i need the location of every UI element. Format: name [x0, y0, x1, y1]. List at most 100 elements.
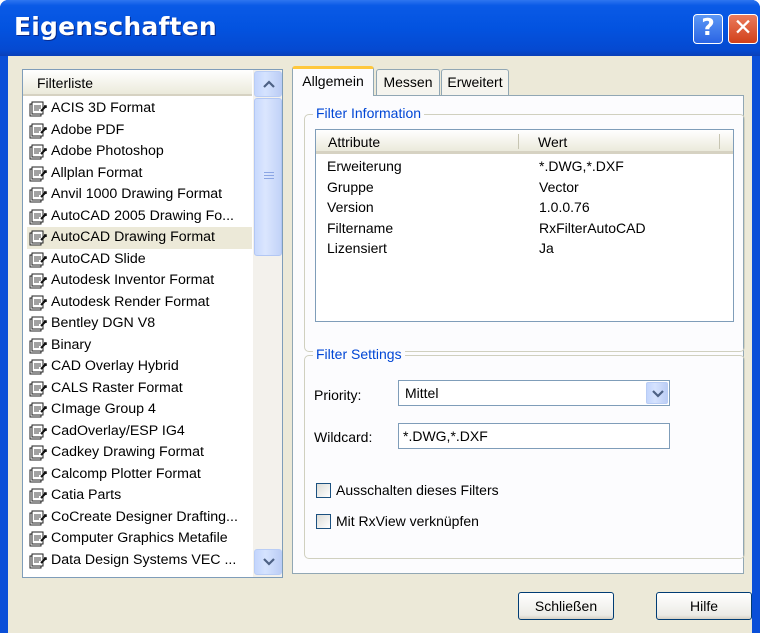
filter-document-icon: [29, 144, 47, 160]
list-item[interactable]: Cadkey Drawing Format: [27, 442, 252, 464]
priority-select[interactable]: Mittel: [398, 380, 670, 406]
attribute-cell: Filtername: [327, 219, 394, 236]
priority-dropdown-button[interactable]: [646, 382, 668, 404]
list-item-label: CadOverlay/ESP IG4: [51, 422, 185, 439]
column-header-attribute[interactable]: Attribute: [328, 134, 380, 150]
list-item-label: ACIS 3D Format: [51, 100, 156, 116]
attribute-table-rows: Erweiterung *.DWG,*.DXF Gruppe Vector Versio…: [327, 156, 727, 259]
filter-document-icon: [29, 166, 47, 181]
list-item[interactable]: AutoCAD Drawing Format: [27, 227, 252, 249]
list-item-label: Computer Graphics Metafile: [51, 530, 228, 546]
value-cell: RxFilterAutoCAD: [539, 219, 646, 236]
filter-document-icon: [29, 510, 47, 525]
filter-document-icon: [29, 209, 47, 224]
tab-erweitert[interactable]: Erweitert: [441, 69, 509, 95]
table-row[interactable]: Gruppe Vector: [327, 177, 727, 198]
list-item[interactable]: CadOverlay/ESP IG4: [27, 421, 252, 443]
list-item[interactable]: Data Design Systems VEC ...: [27, 550, 252, 572]
table-row[interactable]: Lizensiert Ja: [327, 238, 727, 259]
filter-information-group: Filter Information Attribute Wert Erweit…: [304, 105, 745, 352]
list-item-label: AutoCAD Slide: [51, 250, 146, 267]
filter-document-icon: [29, 424, 47, 439]
grip-line: [264, 178, 274, 179]
list-item[interactable]: ACIS 3D Format: [27, 98, 252, 120]
tab-messen[interactable]: Messen: [376, 69, 440, 95]
value-cell: Ja: [539, 240, 554, 256]
scroll-thumb[interactable]: [254, 98, 282, 256]
properties-dialog: Eigenschaften ? ✕ Filterliste ACIS 3D Fo…: [0, 0, 760, 633]
list-item-label: Adobe PDF: [51, 121, 125, 138]
scroll-up-button[interactable]: [254, 71, 282, 97]
list-item-label: Allplan Format: [51, 164, 143, 181]
filter-document-icon: [29, 381, 47, 396]
list-item[interactable]: Adobe PDF: [27, 120, 252, 142]
window-title: Eigenschaften: [14, 12, 217, 41]
filter-document-icon: [29, 402, 47, 418]
title-bar[interactable]: Eigenschaften ? ✕: [0, 0, 760, 56]
list-item[interactable]: Anvil 1000 Drawing Format: [27, 184, 252, 206]
column-header-value[interactable]: Wert: [538, 134, 567, 150]
list-item[interactable]: AutoCAD Slide: [27, 249, 252, 271]
table-row[interactable]: Erweiterung *.DWG,*.DXF: [327, 156, 727, 177]
scroll-down-button[interactable]: [254, 549, 282, 575]
list-item-label: Catia Parts: [51, 487, 122, 503]
filter-settings-title: Filter Settings: [313, 346, 405, 362]
list-scrollbar[interactable]: [253, 70, 282, 577]
list-item[interactable]: Autodesk Render Format: [27, 292, 252, 314]
attribute-cell: Lizensiert: [327, 240, 387, 256]
help-icon[interactable]: ?: [693, 14, 723, 44]
table-row[interactable]: Version 1.0.0.76: [327, 197, 727, 218]
list-item[interactable]: Catia Parts: [27, 485, 252, 507]
list-item[interactable]: Autodesk Inventor Format: [27, 270, 252, 292]
filter-list-header[interactable]: Filterliste: [23, 70, 252, 96]
list-item[interactable]: CAD Overlay Hybrid: [27, 356, 252, 378]
filter-document-icon: [29, 531, 47, 547]
list-item[interactable]: AutoCAD 2005 Drawing Fo...: [27, 206, 252, 228]
attribute-table-header: Attribute Wert: [316, 130, 733, 154]
list-item-label: Data Design Systems VEC ...: [51, 551, 237, 568]
table-row[interactable]: Filtername RxFilterAutoCAD: [327, 218, 727, 239]
list-item-label: Autodesk Inventor Format: [51, 272, 215, 288]
help-button[interactable]: Hilfe: [656, 592, 752, 620]
filter-information-title: Filter Information: [313, 105, 425, 121]
disable-filter-label[interactable]: Ausschalten dieses Filters: [336, 482, 499, 498]
wildcard-input[interactable]: *.DWG,*.DXF: [398, 423, 670, 449]
filter-document-icon: [29, 338, 47, 353]
close-button[interactable]: Schließen: [518, 592, 614, 620]
filter-document-icon: [29, 101, 47, 117]
priority-select-value: Mittel: [405, 385, 439, 401]
column-divider: [518, 134, 519, 149]
filter-document-icon: [29, 445, 47, 461]
list-item[interactable]: Bentley DGN V8: [27, 313, 252, 335]
filter-document-icon: [29, 273, 47, 289]
filter-document-icon: [29, 187, 47, 203]
list-item[interactable]: Adobe Photoshop: [27, 141, 252, 163]
filter-document-icon: [29, 359, 47, 375]
list-item[interactable]: CALS Raster Format: [27, 378, 252, 400]
list-item[interactable]: CoCreate Designer Drafting...: [27, 507, 252, 529]
list-item[interactable]: Allplan Format: [27, 163, 252, 185]
filter-document-icon: [29, 467, 47, 482]
wildcard-input-value: *.DWG,*.DXF: [403, 428, 488, 444]
rxview-link-label[interactable]: Mit RxView verknüpfen: [336, 513, 479, 529]
attribute-cell: Version: [327, 199, 374, 215]
filter-list-items: ACIS 3D Format Adobe PDF Adobe Photoshop Al…: [27, 98, 252, 571]
grip-line: [264, 175, 274, 176]
list-item[interactable]: Computer Graphics Metafile: [27, 528, 252, 550]
close-icon[interactable]: ✕: [728, 14, 758, 44]
tab-allgemein[interactable]: Allgemein: [292, 66, 374, 96]
list-item[interactable]: Calcomp Plotter Format: [27, 464, 252, 486]
list-item-label: AutoCAD 2005 Drawing Fo...: [51, 207, 234, 224]
list-item-label: Bentley DGN V8: [51, 315, 156, 331]
attribute-cell: Gruppe: [327, 178, 374, 195]
list-item[interactable]: CImage Group 4: [27, 399, 252, 421]
attribute-table[interactable]: Attribute Wert Erweiterung *.DWG,*.DXF Gru…: [315, 129, 734, 322]
wildcard-label: Wildcard:: [314, 429, 373, 445]
filter-document-icon: [29, 488, 47, 504]
rxview-link-checkbox[interactable]: [316, 514, 331, 529]
column-divider: [719, 134, 720, 149]
filter-list[interactable]: Filterliste ACIS 3D Format Adobe PDF Adobe…: [22, 69, 283, 578]
disable-filter-checkbox[interactable]: [316, 483, 331, 498]
list-item-label: Adobe Photoshop: [51, 143, 164, 159]
list-item[interactable]: Binary: [27, 335, 252, 357]
